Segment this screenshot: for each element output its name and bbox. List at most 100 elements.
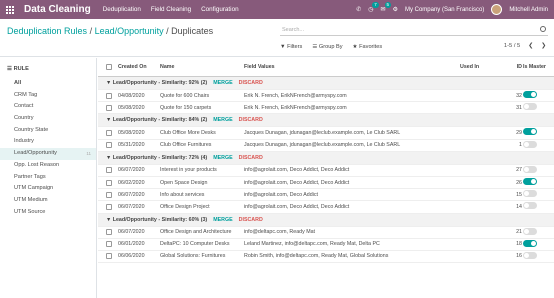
phone-icon[interactable]: ✆ xyxy=(356,6,361,13)
header-is-master[interactable]: Is Master xyxy=(523,64,546,70)
side-item-all[interactable]: All xyxy=(0,78,96,90)
chat-icon[interactable]: ✉ 5 xyxy=(381,2,392,13)
is-master-toggle[interactable] xyxy=(523,190,537,198)
row-checkbox[interactable] xyxy=(106,142,112,149)
side-item-opp-lost-reason[interactable]: Opp. Lost Reason xyxy=(0,160,96,172)
header-id[interactable]: ID xyxy=(508,64,522,70)
table-row[interactable]: 06/07/2020 Office Design and Architecture… xyxy=(98,227,554,239)
cell-created-on: 06/02/2020 xyxy=(118,179,145,186)
search-icon[interactable] xyxy=(540,26,546,32)
is-master-toggle[interactable] xyxy=(523,165,537,173)
side-item-lead-opportunity[interactable]: Lead/Opportunity 11 xyxy=(0,148,96,160)
is-master-toggle[interactable] xyxy=(523,202,537,210)
group-row[interactable]: ▼ Lead/Opportunity - Similarity: 92% (2)… xyxy=(98,77,554,90)
row-checkbox[interactable] xyxy=(106,203,112,210)
table-row[interactable]: 05/08/2020 Quote for 150 carpets Erik N. F… xyxy=(98,102,554,115)
is-master-toggle[interactable] xyxy=(523,140,537,148)
is-master-toggle[interactable] xyxy=(523,239,537,247)
pager-next-icon[interactable]: ❯ xyxy=(541,43,546,49)
cell-id: 16 xyxy=(516,253,522,260)
group-by-button[interactable]: ☰ Group By xyxy=(312,44,342,50)
cell-field-values: Jacques Dunagan, jdunagan@leclub.example… xyxy=(244,142,401,149)
cell-name: Open Space Design xyxy=(160,179,208,186)
side-item-utm-source[interactable]: UTM Source xyxy=(0,207,96,219)
group-title[interactable]: ▼ Lead/Opportunity - Similarity: 72% (4)… xyxy=(106,155,263,161)
filters-button[interactable]: ▼ Filters xyxy=(280,44,302,50)
side-item-utm-campaign[interactable]: UTM Campaign xyxy=(0,183,96,195)
cell-id: 32 xyxy=(516,92,522,99)
table-row[interactable]: 04/08/2020 Quote for 600 Chairs Erik N. Fr… xyxy=(98,90,554,103)
table-row[interactable]: 05/08/2020 Club Office More Desks Jacques … xyxy=(98,127,554,140)
side-item-partner-tags[interactable]: Partner Tags xyxy=(0,172,96,184)
side-item-country-state[interactable]: Country State xyxy=(0,125,96,137)
merge-button[interactable]: MERGE xyxy=(213,80,232,86)
group-title[interactable]: ▼ Lead/Opportunity - Similarity: 60% (3)… xyxy=(106,217,263,223)
row-checkbox[interactable] xyxy=(106,229,112,236)
table-row[interactable]: 06/07/2020 Interest in your products info@… xyxy=(98,165,554,177)
side-item-utm-medium[interactable]: UTM Medium xyxy=(0,195,96,207)
discard-button[interactable]: DISCARD xyxy=(239,117,263,123)
is-master-toggle[interactable] xyxy=(523,91,537,99)
merge-button[interactable]: MERGE xyxy=(213,117,232,123)
avatar[interactable] xyxy=(491,4,503,15)
cell-field-values: Robin Smith, info@deltapc.com, Ready Mat… xyxy=(244,253,389,260)
discard-button[interactable]: DISCARD xyxy=(239,217,263,223)
group-row[interactable]: ▼ Lead/Opportunity - Similarity: 72% (4)… xyxy=(98,151,554,165)
pager-prev-icon[interactable]: ❮ xyxy=(528,43,533,49)
user-menu[interactable]: Mitchell Admin xyxy=(509,7,548,13)
company-switcher[interactable]: My Company (San Francisco) xyxy=(405,7,484,13)
is-master-toggle[interactable] xyxy=(523,103,537,111)
side-item-crm-tag[interactable]: CRM Tag xyxy=(0,90,96,102)
favorites-button[interactable]: ★ Favorites xyxy=(353,44,383,50)
apps-menu-icon[interactable] xyxy=(6,5,16,14)
settings-icon[interactable]: ⚙ xyxy=(393,6,398,13)
merge-button[interactable]: MERGE xyxy=(213,155,232,161)
side-item-country[interactable]: Country xyxy=(0,113,96,125)
group-row[interactable]: ▼ Lead/Opportunity - Similarity: 84% (2)… xyxy=(98,114,554,128)
row-checkbox[interactable] xyxy=(106,167,112,174)
search-input[interactable]: Search... xyxy=(280,24,548,36)
row-checkbox[interactable] xyxy=(106,241,112,248)
menu-field-cleaning[interactable]: Field Cleaning xyxy=(151,6,191,13)
row-checkbox[interactable] xyxy=(106,179,112,186)
row-checkbox[interactable] xyxy=(106,129,112,136)
merge-button[interactable]: MERGE xyxy=(213,217,232,223)
row-checkbox[interactable] xyxy=(106,253,112,260)
group-title[interactable]: ▼ Lead/Opportunity - Similarity: 92% (2)… xyxy=(106,80,263,86)
row-checkbox[interactable] xyxy=(106,92,112,99)
table-row[interactable]: 06/06/2020 Global Solutions: Furnitures Ro… xyxy=(98,251,554,264)
discard-button[interactable]: DISCARD xyxy=(239,80,263,86)
rule-side-panel: ☰ RULE All CRM Tag Contact Country Count… xyxy=(0,58,97,298)
side-item-contact[interactable]: Contact xyxy=(0,101,96,113)
table-row[interactable]: 06/07/2020 Office Design Project info@agro… xyxy=(98,201,554,214)
table-row[interactable]: 05/31/2020 Club Office Furnitures Jacques … xyxy=(98,140,554,152)
pager-value[interactable]: 1-5 / 5 xyxy=(504,43,520,49)
table-row[interactable]: 06/02/2020 Open Space Design info@agrolait… xyxy=(98,177,554,190)
discard-button[interactable]: DISCARD xyxy=(239,155,263,161)
cell-id: 27 xyxy=(516,167,522,174)
cell-field-values: info@deltapc.com, Ready Mat xyxy=(244,229,316,236)
table-row[interactable]: 06/01/2020 DeltaPC: 10 Computer Desks Lela… xyxy=(98,239,554,251)
header-field-values[interactable]: Field Values xyxy=(244,64,275,70)
breadcrumb-dedup-rules[interactable]: Deduplication Rules xyxy=(7,26,87,36)
menu-configuration[interactable]: Configuration xyxy=(201,6,238,13)
group-row[interactable]: ▼ Lead/Opportunity - Similarity: 60% (3)… xyxy=(98,213,554,227)
is-master-toggle[interactable] xyxy=(523,128,537,136)
header-created-on[interactable]: Created On xyxy=(118,64,147,70)
header-used-in[interactable]: Used In xyxy=(460,64,479,70)
menu-deduplication[interactable]: Deduplication xyxy=(103,6,141,13)
side-item-industry[interactable]: Industry xyxy=(0,136,96,148)
row-checkbox[interactable] xyxy=(106,191,112,198)
is-master-toggle[interactable] xyxy=(523,251,537,259)
is-master-toggle[interactable] xyxy=(523,227,537,235)
select-all-checkbox[interactable] xyxy=(106,64,112,70)
cell-field-values: info@agrolait.com, Deco Addict xyxy=(244,191,318,198)
breadcrumb-lead-opportunity[interactable]: Lead/Opportunity xyxy=(95,26,164,36)
cell-name: Info about services xyxy=(160,191,205,198)
row-checkbox[interactable] xyxy=(106,104,112,111)
is-master-toggle[interactable] xyxy=(523,178,537,186)
group-title[interactable]: ▼ Lead/Opportunity - Similarity: 84% (2)… xyxy=(106,117,263,123)
table-row[interactable]: 06/07/2020 Info about services info@agrola… xyxy=(98,189,554,202)
header-name[interactable]: Name xyxy=(160,64,174,70)
activity-icon[interactable]: ◷ 7 xyxy=(368,2,379,13)
